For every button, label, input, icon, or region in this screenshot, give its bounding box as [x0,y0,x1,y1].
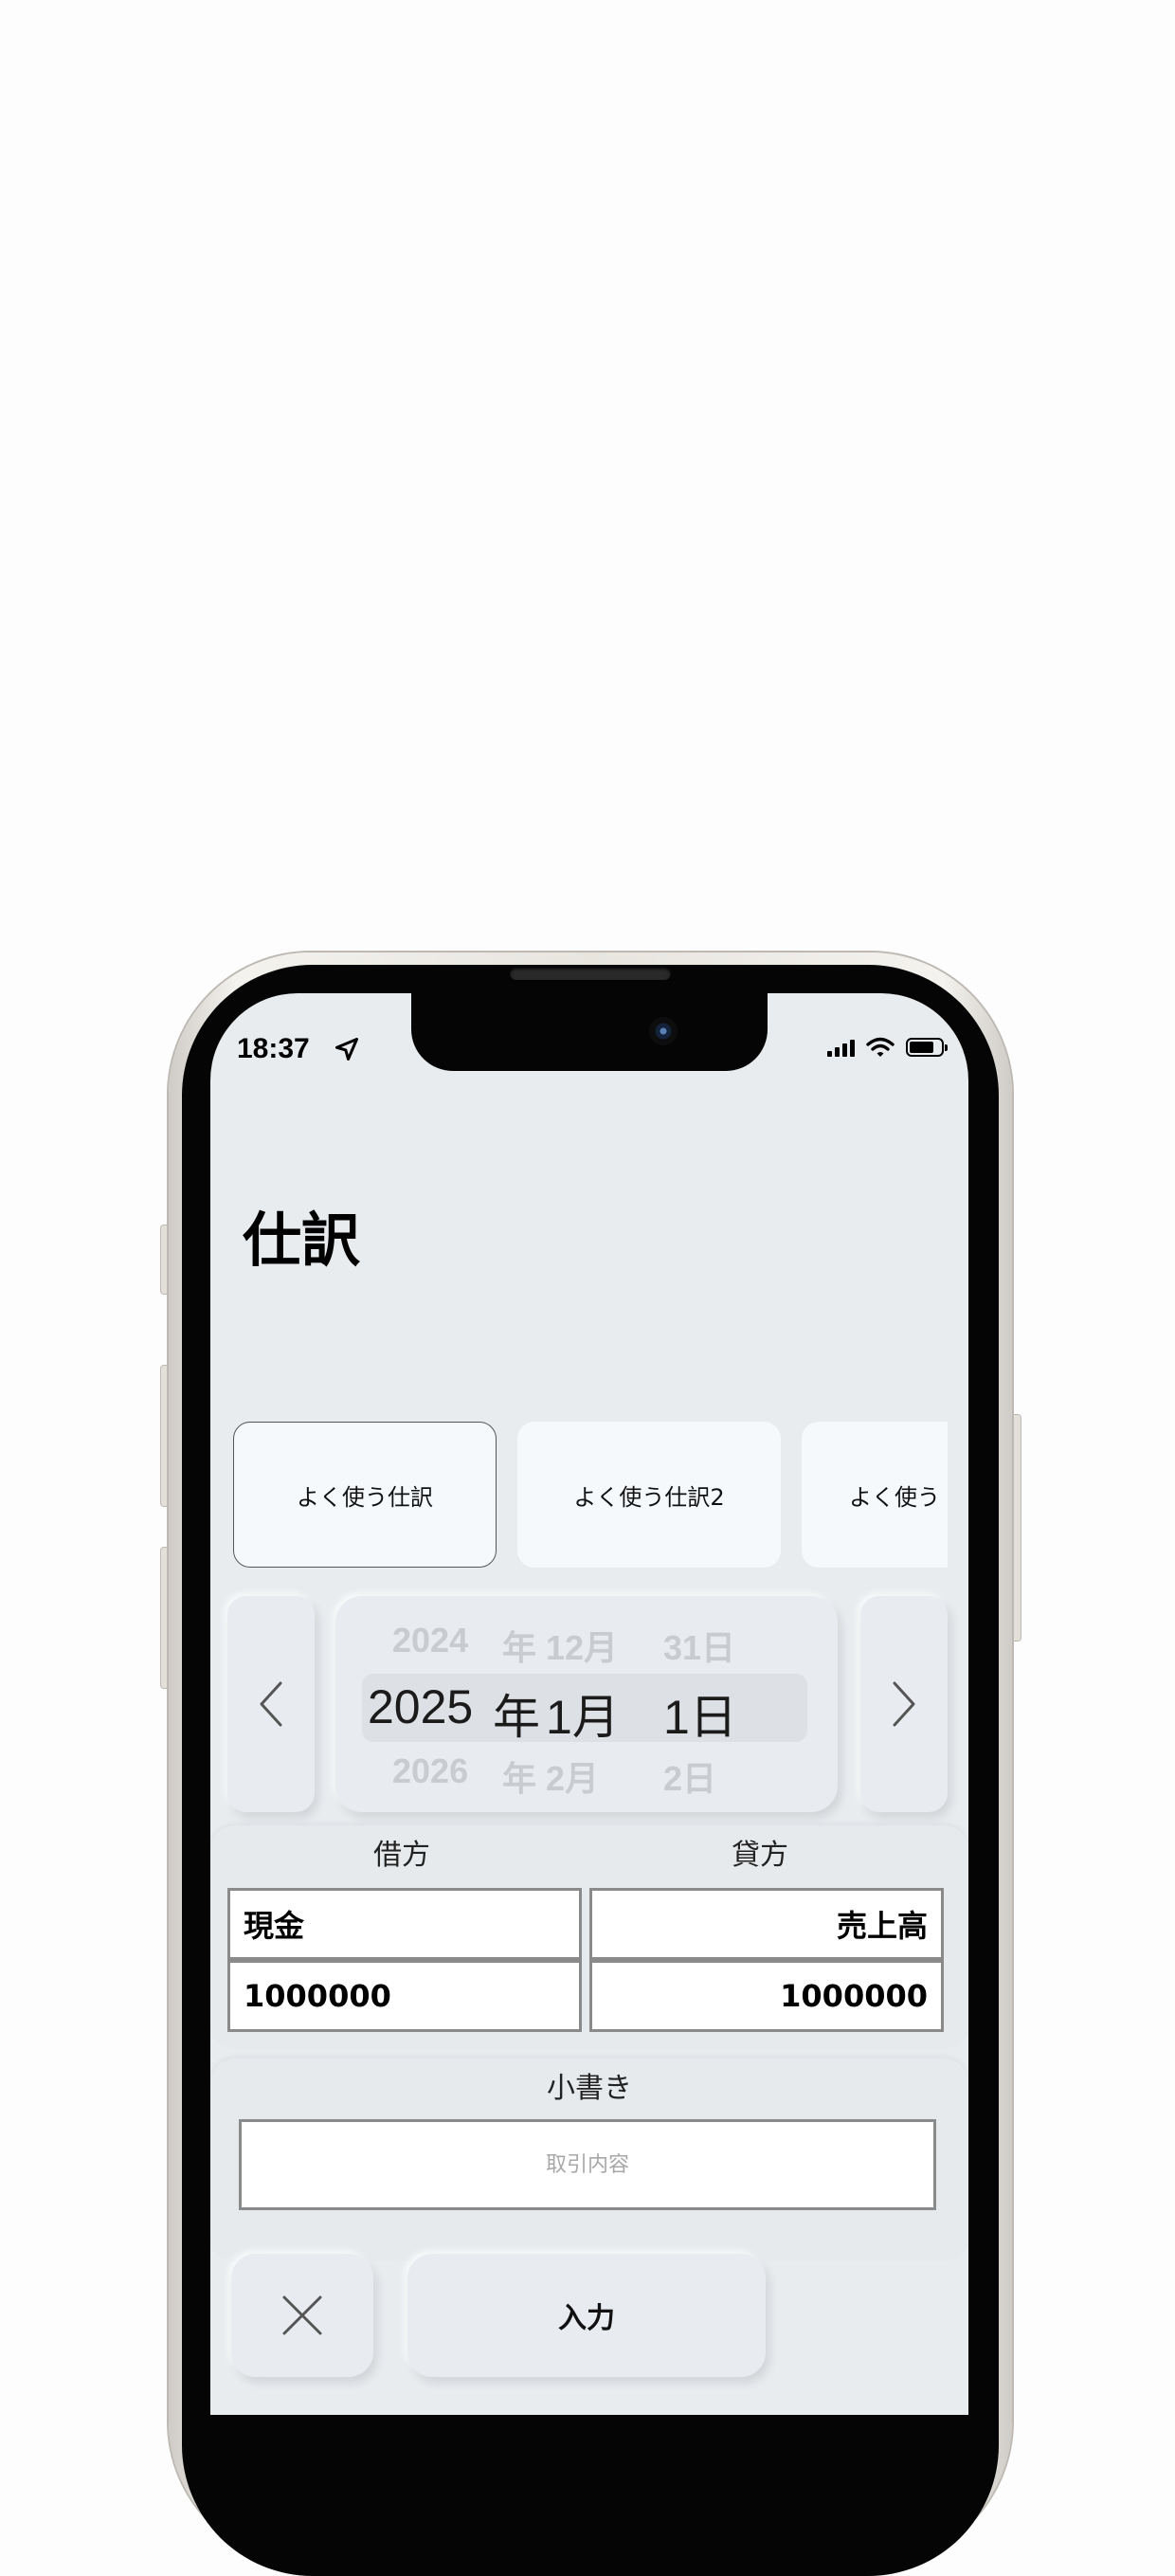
next-day-button[interactable] [860,1596,948,1812]
cellular-signal-icon [827,1038,855,1057]
notch [411,993,768,1071]
picker-month: 2月 [546,1759,600,1798]
picker-year-unit: 年 [493,1691,540,1744]
debit-header: 借方 [373,1839,430,1872]
battery-icon [906,1038,948,1057]
credit-amount-value: 1000000 [780,1978,928,2014]
picker-month: 1月 [546,1691,620,1744]
phone-screen: 18:37 仕訳 よく使う仕訳 よく使う仕訳2 よく使う 2024 年 12月 … [210,993,968,2415]
favorite-journal-label: よく使う仕訳 [297,1483,433,1511]
wifi-icon [866,1037,895,1057]
favorite-journal-label: よく使う [849,1483,940,1511]
picker-year: 2024 [392,1621,469,1660]
picker-year-unit: 年 [502,1628,537,1667]
picker-year-unit: 年 [502,1759,537,1798]
earpiece-speaker [510,967,671,980]
picker-row-previous[interactable]: 2024 年 12月 31日 [335,1621,838,1678]
memo-label: 小書き [547,2072,632,2105]
status-icons [827,1037,948,1058]
debit-account-value: 現金 [244,1908,305,1944]
debit-amount-value: 1000000 [244,1978,391,2014]
picker-row-next[interactable]: 2026 年 2月 2日 [335,1751,838,1808]
favorite-journals-strip[interactable]: よく使う仕訳 よく使う仕訳2 よく使う [233,1422,948,1569]
favorite-journal-label: よく使う仕訳2 [573,1483,725,1511]
memo-input[interactable] [239,2119,936,2210]
credit-amount-field[interactable]: 1000000 [589,1960,944,2032]
submit-button[interactable]: 入力 [407,2254,766,2377]
favorite-journal-card-1[interactable]: よく使う仕訳 [233,1422,497,1568]
credit-account-value: 売上高 [836,1908,928,1944]
page-title: 仕訳 [243,1206,361,1275]
favorite-journal-card-3[interactable]: よく使う [802,1422,948,1568]
location-arrow-icon [334,1037,359,1061]
picker-month: 12月 [546,1628,619,1667]
cancel-button[interactable] [231,2254,373,2377]
chevron-right-icon [893,1681,915,1727]
picker-day: 1日 [663,1691,737,1744]
memo-card: 小書き [210,2059,968,2259]
close-icon [282,2295,322,2335]
front-camera [649,1017,678,1045]
picker-day: 31日 [663,1628,736,1667]
previous-day-button[interactable] [227,1596,315,1812]
page-background: 18:37 仕訳 よく使う仕訳 よく使う仕訳2 よく使う 2024 年 12月 … [0,0,1175,2576]
picker-row-selected[interactable]: 2025 年 1月 1日 [335,1679,838,1744]
date-picker-wheel[interactable]: 2024 年 12月 31日 2025 年 1月 1日 2026 年 2月 2日 [335,1596,838,1812]
chevron-left-icon [260,1681,282,1727]
credit-header: 貸方 [732,1839,788,1872]
debit-account-field[interactable]: 現金 [227,1888,582,1960]
picker-day: 2日 [663,1759,717,1798]
journal-entry-card: 借方 貸方 現金 1000000 売上高 1000000 [210,1825,968,2047]
credit-account-field[interactable]: 売上高 [589,1888,944,1960]
picker-year: 2025 [368,1680,474,1733]
status-time: 18:37 [237,1033,310,1064]
favorite-journal-card-2[interactable]: よく使う仕訳2 [517,1422,781,1568]
picker-year: 2026 [392,1751,469,1790]
debit-amount-field[interactable]: 1000000 [227,1960,582,2032]
